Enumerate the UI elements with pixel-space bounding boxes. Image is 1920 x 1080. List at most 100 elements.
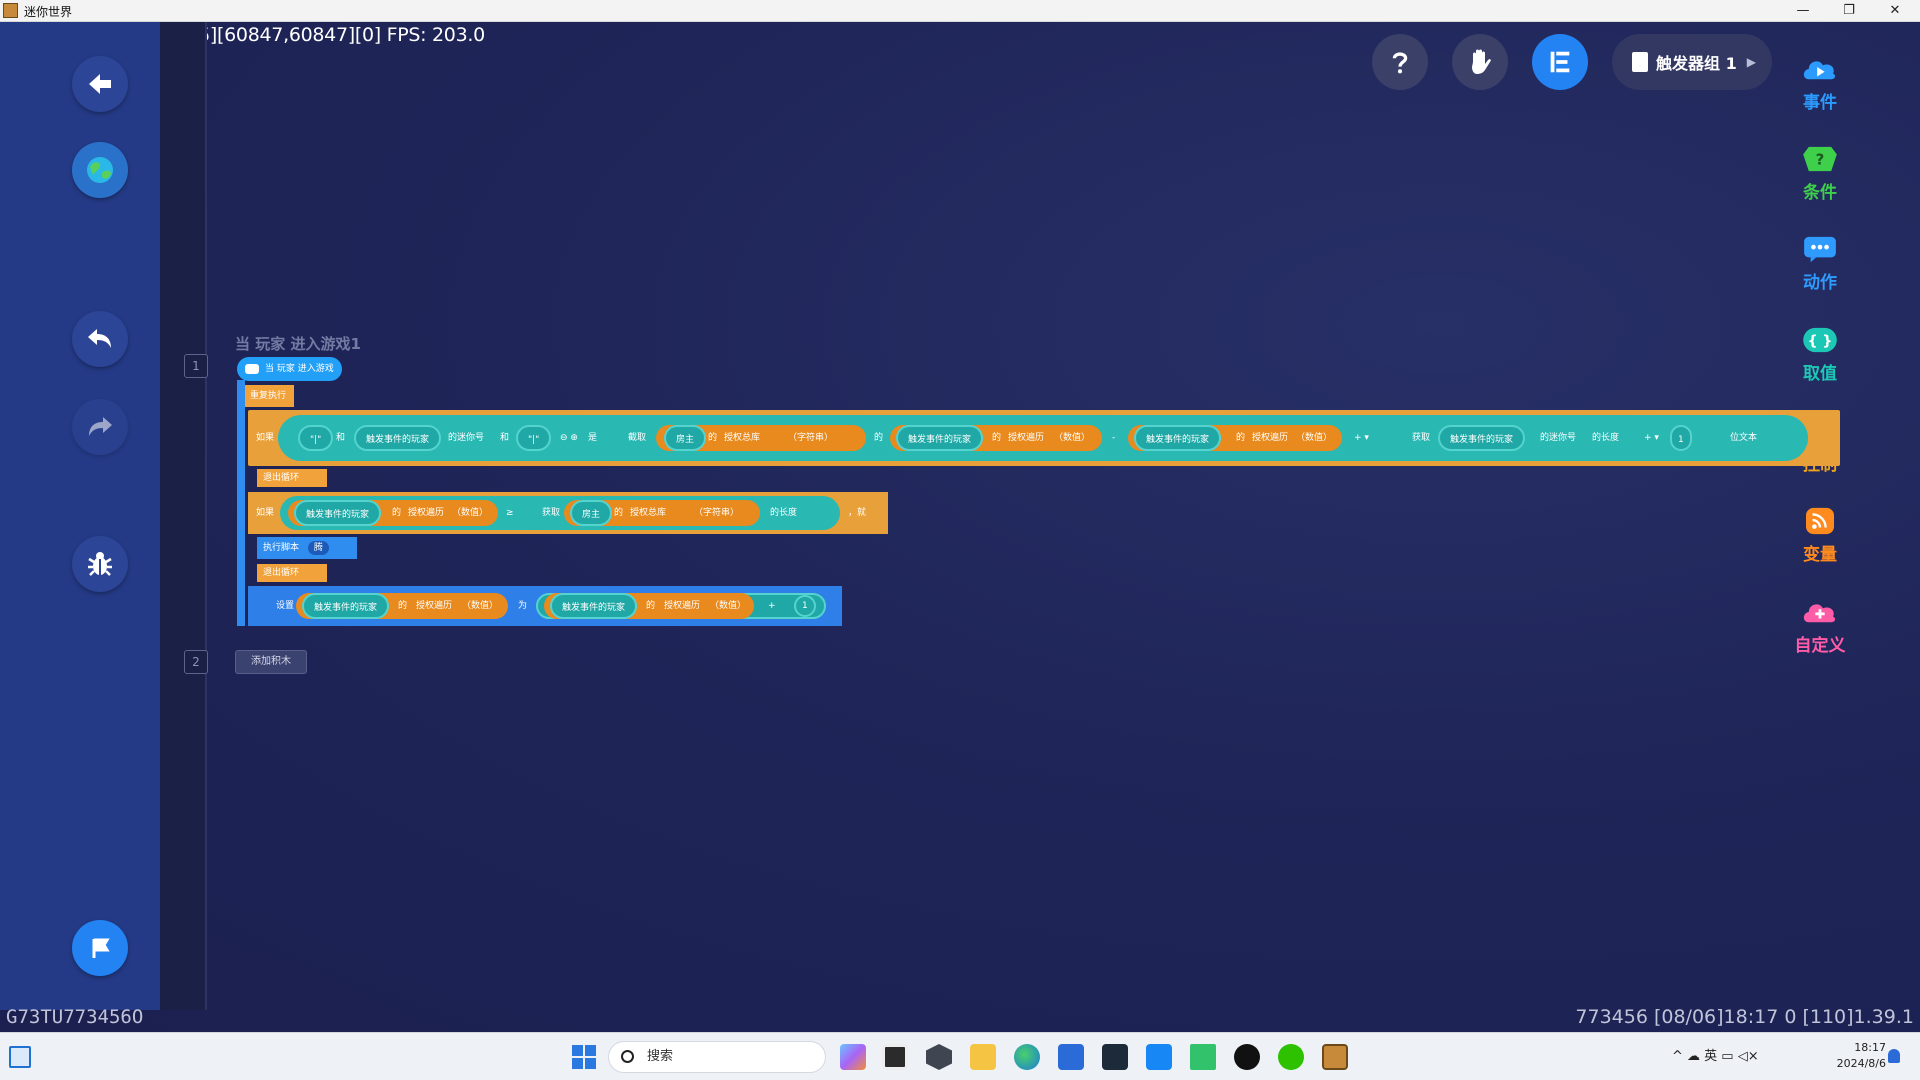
row-number: 2 [184, 650, 208, 674]
property-label: 的迷你号 [1540, 433, 1577, 443]
of-label: 的 [392, 508, 402, 518]
category-variable[interactable]: 变量 [1790, 506, 1850, 565]
property-label: 授权遍历 [1008, 433, 1045, 443]
category-label: 取值 [1803, 364, 1837, 384]
notification-icon[interactable] [1888, 1049, 1900, 1063]
wechat-icon[interactable] [1278, 1044, 1304, 1070]
map-button[interactable] [72, 142, 128, 198]
question-badge-icon: ? [1800, 144, 1840, 174]
help-button[interactable] [1372, 34, 1428, 90]
text-literal[interactable]: "|" [298, 425, 334, 451]
search-placeholder: 搜索 [647, 1049, 674, 1064]
row-number: 1 [184, 354, 208, 378]
player-value[interactable]: 触发事件的玩家 [896, 425, 984, 451]
windows-start-icon[interactable] [572, 1045, 596, 1069]
length-label: 的长度 [770, 508, 798, 518]
undo-button[interactable] [72, 311, 128, 367]
store-icon[interactable] [1058, 1044, 1084, 1070]
property-label: 授权遍历 [416, 601, 453, 611]
qq-icon[interactable] [1234, 1044, 1260, 1070]
folder-icon[interactable] [970, 1044, 996, 1070]
terminal-icon[interactable] [882, 1044, 908, 1070]
event-block-label: 当 玩家 进入游戏 [265, 364, 334, 374]
remote-desktop-icon[interactable] [1190, 1044, 1216, 1070]
app-icon [3, 3, 18, 18]
system-tray[interactable]: ^ ☁ 英 ▭ ◁× [1672, 1045, 1759, 1064]
player-value[interactable]: 触发事件的玩家 [1134, 425, 1222, 451]
category-label: 事件 [1803, 93, 1837, 113]
number-literal[interactable]: 1 [1670, 425, 1692, 451]
player-value[interactable]: 触发事件的玩家 [354, 425, 442, 451]
taskbar-search[interactable]: 搜索 [608, 1041, 826, 1073]
of-label: 的 [1236, 433, 1246, 443]
property-label: 授权遍历 [664, 601, 701, 611]
redo-icon [89, 417, 112, 436]
exit-loop-block[interactable]: 退出循环 [257, 469, 327, 487]
if-block-1[interactable]: 如果 "|" 和 触发事件的玩家 的迷你号 和 "|" ⊖ ⊕ 是 截取 房主 … [248, 410, 1840, 466]
then-label: ，就 [848, 508, 867, 518]
condition-slot: "|" 和 触发事件的玩家 的迷你号 和 "|" ⊖ ⊕ 是 截取 房主 的 授… [278, 415, 1808, 461]
hand-icon [1472, 49, 1491, 74]
category-value[interactable]: { } 取值 [1790, 325, 1850, 384]
of-label: 的 [646, 601, 656, 611]
comparison-dropdown[interactable]: ≥ [506, 500, 514, 526]
add-block-button[interactable]: 添加积木 [235, 650, 307, 674]
clock-time: 18:17 [1854, 1041, 1886, 1054]
back-button[interactable] [72, 56, 128, 112]
script-name-value[interactable]: 腾 [307, 541, 329, 555]
type-label: （数值） [462, 601, 499, 611]
clock[interactable]: 18:17 2024/8/6 [1826, 1040, 1886, 1072]
type-label: （数值） [710, 601, 747, 611]
category-condition[interactable]: ? 条件 [1790, 144, 1850, 203]
minus-plus-icon[interactable]: ⊖ ⊕ [560, 425, 578, 451]
player-value[interactable]: 触发事件的玩家 [1438, 425, 1526, 451]
category-action[interactable]: 动作 [1790, 234, 1850, 293]
operator-dropdown[interactable]: + ▾ [1354, 425, 1369, 451]
player-value[interactable]: 触发事件的玩家 [550, 593, 638, 619]
minimize-button[interactable]: — [1780, 0, 1826, 22]
category-label: 动作 [1803, 273, 1837, 293]
capcut-icon[interactable] [1102, 1044, 1128, 1070]
operator-dropdown[interactable]: + ▾ [1644, 425, 1659, 451]
host-value[interactable]: 房主 [570, 500, 613, 526]
text-literal[interactable]: "|" [516, 425, 552, 451]
widgets-icon[interactable] [9, 1046, 31, 1068]
unity-icon[interactable] [926, 1044, 952, 1070]
property-label: 授权总库 [630, 508, 667, 518]
comparison-label: 是 [588, 433, 598, 443]
event-block[interactable]: 当 玩家 进入游戏 [237, 357, 342, 381]
player-value[interactable]: 触发事件的玩家 [294, 500, 382, 526]
category-event[interactable]: 事件 [1790, 54, 1850, 113]
cloud-plus-icon [1800, 597, 1840, 627]
exit-loop-block[interactable]: 退出循环 [257, 564, 327, 582]
player-value[interactable]: 触发事件的玩家 [302, 593, 390, 619]
copilot-icon[interactable] [840, 1044, 866, 1070]
trigger-group-selector[interactable]: 触发器组 1 ▶ [1612, 34, 1772, 90]
question-icon [1392, 52, 1408, 74]
block-list-button[interactable] [1532, 34, 1588, 90]
property-label: 授权遍历 [408, 508, 445, 518]
caret-right-icon: ▶ [1746, 55, 1756, 69]
close-button[interactable]: ✕ [1872, 0, 1918, 22]
loop-block[interactable]: 重复执行 [245, 385, 294, 407]
mini-world-icon[interactable] [1322, 1044, 1348, 1070]
restore-button[interactable]: ❐ [1826, 0, 1872, 22]
edge-icon[interactable] [1014, 1044, 1040, 1070]
host-value[interactable]: 房主 [664, 425, 707, 451]
set-block[interactable]: 设置 触发事件的玩家 的 授权遍历 （数值） 为 触发事件的玩家 的 授权遍历 … [248, 586, 842, 626]
operator-dropdown[interactable]: + [768, 593, 776, 619]
feishu-icon[interactable] [1146, 1044, 1172, 1070]
if-block-2[interactable]: 如果 触发事件的玩家 的 授权遍历 （数值） ≥ 获取 房主 的 授权总库 （字… [248, 492, 888, 534]
hand-tool-button[interactable] [1452, 34, 1508, 90]
category-label: 变量 [1803, 545, 1837, 565]
type-label: （字符串） [694, 508, 740, 518]
category-custom[interactable]: 自定义 [1790, 597, 1850, 656]
taskbar: 搜索 ^ ☁ 英 ▭ ◁× 18:17 2024/8/6 [0, 1032, 1920, 1080]
gamepad-icon [245, 364, 259, 374]
redo-button[interactable] [72, 399, 128, 455]
run-script-block[interactable]: 执行脚本 腾 [257, 537, 357, 559]
debug-button[interactable] [72, 536, 128, 592]
number-literal[interactable]: 1 [794, 595, 816, 617]
run-button[interactable] [72, 920, 128, 976]
property-label: 授权遍历 [1252, 433, 1289, 443]
